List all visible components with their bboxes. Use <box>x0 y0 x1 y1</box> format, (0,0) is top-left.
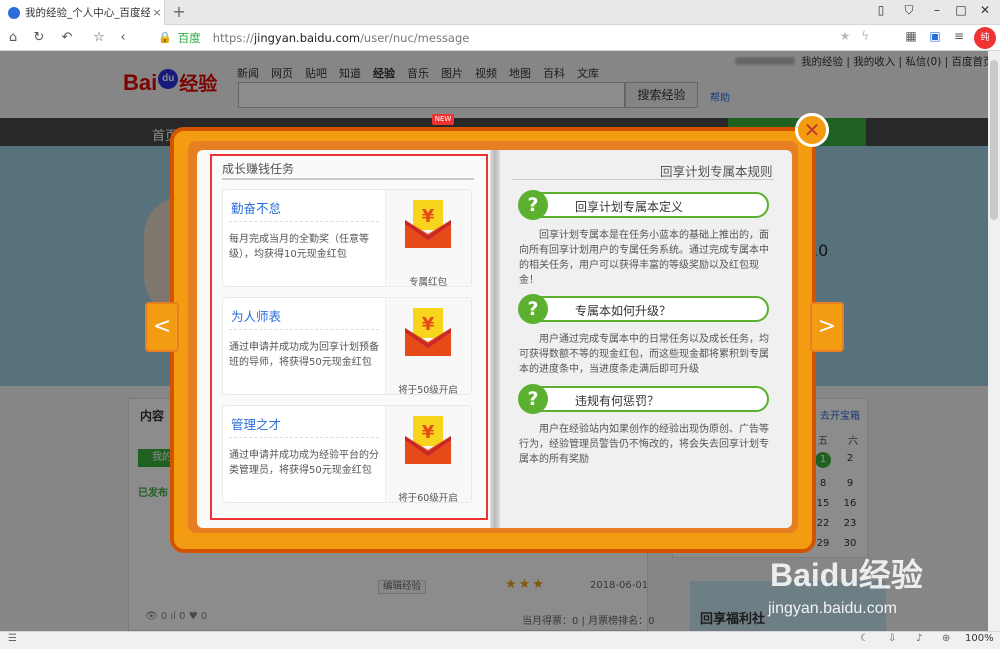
task-title: 管理之才 <box>231 417 282 432</box>
task-description: 通过申请并成功成为经验平台的分类管理员，将获得50元现金红包 <box>229 450 379 476</box>
rule-section-text: 回享计划专属本是在任务小蓝本的基础上推出的，面向所有回享计划用户的专属任务系统。… <box>519 230 769 286</box>
lock-icon: 🔒 <box>158 31 172 44</box>
task-description: 每月完成当月的全勤奖（任意等级），均获得10元现金红包 <box>229 234 369 260</box>
zoom-level[interactable]: 100% <box>965 633 994 644</box>
watermark-url: jingyan.baidu.com <box>768 600 897 617</box>
close-modal-button[interactable]: ✕ <box>795 113 829 147</box>
url-path: /user/nuc/message <box>360 30 470 45</box>
red-envelope-icon: ¥ <box>405 416 451 464</box>
status-bar <box>0 631 1000 649</box>
task-caption: 专属红包 <box>408 277 447 288</box>
svg-text:¥: ¥ <box>422 422 435 443</box>
task-divider <box>229 329 379 330</box>
browser-tab[interactable]: 我的经验_个人中心_百度经验 × <box>0 0 165 25</box>
night-mode-icon[interactable]: ☾ <box>860 633 869 644</box>
sidebar-menu-icon[interactable]: ☰ <box>8 633 17 644</box>
growth-tasks-heading: 成长赚钱任务 <box>222 162 295 176</box>
watermark-bai: Bai <box>770 557 820 593</box>
url-site-label: 百度 <box>177 30 201 45</box>
flash-icon[interactable]: ϟ <box>856 29 874 47</box>
speaker-icon[interactable]: ♪ <box>916 633 922 644</box>
sidebar-toggle-icon[interactable]: ▯ <box>872 3 890 21</box>
star-icon[interactable]: ☆ <box>90 29 108 47</box>
rule-section-label: 违规有何惩罚？ <box>575 394 660 408</box>
rule-section-text: 用户通过完成专属本中的日常任务以及成长任务，均可获得数额不等的现金红包，而这些现… <box>519 334 769 375</box>
new-badge: NEW <box>432 114 454 125</box>
tab-close-icon[interactable]: × <box>150 6 164 19</box>
new-tab-button[interactable]: + <box>170 2 188 22</box>
red-envelope-icon: ¥ <box>405 308 451 356</box>
minimize-icon[interactable]: – <box>928 3 946 21</box>
task-caption: 将于60级开启 <box>398 493 458 504</box>
task-title: 勤奋不怠 <box>231 201 282 216</box>
scrollbar-thumb[interactable] <box>990 60 998 220</box>
maximize-icon[interactable]: □ <box>952 3 970 21</box>
undo-icon[interactable]: ↶ <box>58 29 76 47</box>
close-window-icon[interactable]: ✕ <box>976 3 994 21</box>
rule-section-label: 回享计划专属本定义 <box>575 200 684 214</box>
task-description: 通过申请并成功成为回享计划预备班的导师，将获得50元现金红包 <box>229 342 379 368</box>
question-icon: ? <box>518 384 548 414</box>
rules-title: 回享计划专属本规则 <box>660 164 773 179</box>
svg-text:¥: ¥ <box>422 206 435 227</box>
watermark-paw: du <box>819 557 859 593</box>
question-icon: ? <box>518 294 548 324</box>
home-icon[interactable]: ⌂ <box>4 29 22 47</box>
task-caption: 将于50级开启 <box>398 385 458 396</box>
watermark-jingyan: 经验 <box>858 557 923 593</box>
rule-section-text: 用户在经验站内如果创作的经验出现伪原创、广告等行为，经验管理员警告仍不悔改的，将… <box>519 424 769 465</box>
red-envelope-icon: ¥ <box>405 200 451 248</box>
rules-divider <box>512 179 774 180</box>
baidu-watermark: Baidu经验 <box>770 550 923 596</box>
url-protocol: https:// <box>212 30 254 45</box>
rule-section-label: 专属本如何升级？ <box>575 304 672 318</box>
extension-icon[interactable]: ▣ <box>926 29 944 47</box>
shirt-icon[interactable]: ⛉ <box>900 3 918 21</box>
zoom-icon[interactable]: ⊕ <box>942 633 950 644</box>
baidu-paw-icon <box>8 6 20 19</box>
next-page-button[interactable]: > <box>810 302 844 352</box>
url-host: jingyan.baidu.com <box>253 30 361 45</box>
back-icon[interactable]: ‹ <box>114 29 132 47</box>
user-avatar[interactable]: 纯 <box>974 27 996 49</box>
task-title: 为人师表 <box>231 309 282 324</box>
svg-text:¥: ¥ <box>422 314 435 335</box>
url-field[interactable]: 🔒 百度 https:// jingyan.baidu.com /user/nu… <box>158 28 883 47</box>
task-divider <box>229 437 379 438</box>
grid-icon[interactable]: ▦ <box>902 29 920 47</box>
tab-title: 我的经验_个人中心_百度经验 <box>25 7 150 19</box>
heading-divider <box>222 178 474 180</box>
prev-page-button[interactable]: < <box>145 302 179 352</box>
book-spine <box>490 150 500 528</box>
reload-icon[interactable]: ↻ <box>30 29 48 47</box>
question-icon: ? <box>518 190 548 220</box>
menu-icon[interactable]: ≡ <box>950 29 968 47</box>
download-icon[interactable]: ⇩ <box>888 633 896 644</box>
task-divider <box>229 221 379 222</box>
bookmark-icon[interactable]: ★ <box>836 29 854 47</box>
